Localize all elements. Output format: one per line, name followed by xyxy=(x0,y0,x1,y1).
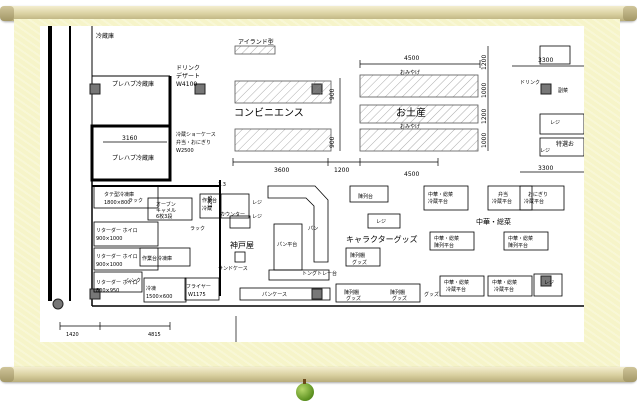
label-island: アイランド型 xyxy=(238,38,274,46)
label-tate-1: タテ型冷凍庫 xyxy=(104,191,134,198)
label-omiyage-small-2: おみやげ xyxy=(400,123,420,130)
dim-1200a: 1200 xyxy=(334,167,349,174)
dim-1200c: 1200 xyxy=(481,109,488,124)
label-kobeya: 神戸屋 xyxy=(230,240,254,250)
label-goods: グッズ xyxy=(424,291,439,298)
label-pan-table: パン平台 xyxy=(277,241,297,248)
label-drink-1: ドリンク xyxy=(176,65,200,72)
label-chuka-2a: 中華・総菜 xyxy=(434,235,459,242)
label-drink-2: デザート xyxy=(176,72,200,80)
label-chuka-1a: 中華・総菜 xyxy=(428,191,453,198)
label-chuka-5a: 中華・総菜 xyxy=(492,279,517,286)
label-convenience: コンビニエンス xyxy=(234,107,304,119)
label-sandcase: サンドケース xyxy=(218,265,248,272)
label-onigiri-1: おにぎり xyxy=(528,191,548,198)
dim-1420: 1420 xyxy=(66,332,79,338)
label-onigiri-2: 冷蔵平台 xyxy=(524,198,544,205)
label-chinretsu-goods-3: 陳列棚 xyxy=(344,289,359,296)
dim-3600: 3600 xyxy=(274,167,289,174)
label-kyou-2: 1500×600 xyxy=(146,294,172,300)
label-chinretsu-goods-1: 陳列棚 xyxy=(350,252,365,259)
label-chuka-1b: 冷蔵平台 xyxy=(428,198,448,205)
label-prefab-2: プレハブ冷蔵庫 xyxy=(112,154,154,162)
label-prefab: プレハブ冷蔵庫 xyxy=(112,80,154,88)
label-chinretsu-goods-4: グッズ xyxy=(346,295,361,302)
dim-1200b: 1200 xyxy=(481,55,488,70)
label-chuka-4a: 中華・総菜 xyxy=(444,279,469,286)
label-counter: カウンター xyxy=(220,211,245,218)
label-chuka-3b: 陳列平台 xyxy=(508,242,528,249)
floor-plan: 冷蔵庫 プレハブ冷蔵庫 3160 プレハブ冷蔵庫 ドリンク デザート W4100… xyxy=(40,26,584,342)
label-register-4: レジ xyxy=(544,280,554,286)
label-chuka-sozai: 中華・総菜 xyxy=(476,217,511,226)
dim-4500a: 4500 xyxy=(404,55,419,62)
label-chinretsu-goods-2: グッズ xyxy=(352,259,367,266)
label-register-r1: レジ xyxy=(550,120,560,126)
label-bento-1: 弁当 xyxy=(498,191,508,198)
label-chinretsu: 陳列台 xyxy=(358,193,373,200)
label-reach2-2: 900×1000 xyxy=(96,262,122,268)
bottom-scroll-rod xyxy=(0,367,637,382)
label-rack-1: ラック xyxy=(128,198,143,204)
label-chuka-3a: 中華・総菜 xyxy=(508,235,533,242)
label-register-3: レジ xyxy=(376,219,386,225)
label-sakugyou: 作業台冷凍庫 xyxy=(142,255,172,262)
walls xyxy=(48,26,584,307)
label-register-r2: レジ xyxy=(540,148,550,154)
label-chuka-4b: 冷蔵平台 xyxy=(446,286,466,293)
dim-3160: 3160 xyxy=(122,135,137,142)
label-omiyage: お土産 xyxy=(396,106,426,119)
label-showcase-1: 冷蔵ショーケース xyxy=(176,131,216,138)
label-kyou-1: 冷凍 xyxy=(146,285,156,292)
dim-3300b: 3300 xyxy=(538,165,553,172)
label-drink: ドリンク xyxy=(520,80,540,86)
label-chinretsu-goods-6: グッズ xyxy=(392,295,407,302)
label-naiyo: 副菜 xyxy=(558,87,568,94)
label-chinretsu-goods-5: 陳列棚 xyxy=(390,289,405,296)
label-chuka-2b: 陳列平台 xyxy=(434,242,454,249)
label-rack-2: ラック xyxy=(190,226,205,232)
dim-1285: 1285 xyxy=(208,195,214,208)
column-round xyxy=(52,298,64,310)
dim-900a: 900 xyxy=(329,88,336,100)
shelving-units xyxy=(234,45,479,152)
label-fryer-2: W1175 xyxy=(188,292,206,298)
label-chuka-5b: 冷蔵平台 xyxy=(494,286,514,293)
label-reach1-2: 900×1000 xyxy=(96,236,122,242)
label-pancase: パンケース xyxy=(262,291,287,298)
label-sink: シンク xyxy=(126,278,141,284)
floor-plan-drawing: 冷蔵庫 プレハブ冷蔵庫 3160 プレハブ冷蔵庫 ドリンク デザート W4100… xyxy=(48,26,584,342)
dim-1000a: 1000 xyxy=(481,83,488,98)
dim-4500b: 4500 xyxy=(404,171,419,178)
label-tate-2: 1800×800 xyxy=(104,200,130,206)
label-oven-3: 6枚3段 xyxy=(156,213,172,220)
label-oven-1: オーブン xyxy=(156,201,176,208)
dim-3300a: 3300 xyxy=(538,57,553,64)
label-fryer-1: フライヤー xyxy=(186,284,211,290)
label-reach3-2: 800×950 xyxy=(96,288,119,294)
label-showcase-3: W2500 xyxy=(176,148,194,154)
label-reizou: 冷蔵庫 xyxy=(96,32,114,40)
label-omiyage-small: おみやげ xyxy=(400,69,420,76)
label-reach1-1: リターダー ホイロ xyxy=(96,227,138,234)
label-register-1: レジ xyxy=(252,200,262,206)
pull-bead[interactable] xyxy=(296,379,314,401)
label-tong-tray: トングトレー台 xyxy=(302,270,337,277)
label-drink-3: W4100 xyxy=(176,81,197,88)
dim-13: 1.3 xyxy=(218,182,226,188)
label-pan: パン xyxy=(308,226,318,232)
label-tokusei: 特選お xyxy=(556,140,574,148)
dim-4815: 4815 xyxy=(148,332,161,338)
label-character-goods: キャラクターグッズ xyxy=(346,234,418,244)
label-showcase-2: 弁当・おにぎり xyxy=(176,139,211,146)
label-bento-2: 冷蔵平台 xyxy=(492,198,512,205)
equipment xyxy=(93,45,584,303)
label-register-2: レジ xyxy=(252,214,262,220)
label-reach2-1: リターダー ホイロ xyxy=(96,253,138,260)
dim-1000b: 1000 xyxy=(481,133,488,148)
dim-900b: 900 xyxy=(329,136,336,148)
